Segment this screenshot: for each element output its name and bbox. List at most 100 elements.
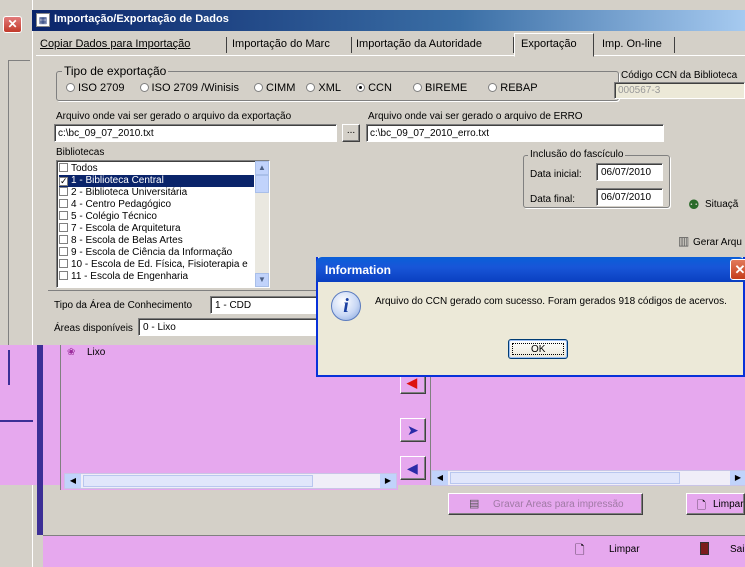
radio-label: REBAP [500,82,538,94]
libraries-list[interactable]: Todos ✓ 1 - Biblioteca Central 2 - Bibliote… [56,160,270,288]
export-file-input[interactable]: c:\bc_09_07_2010.txt [54,124,337,142]
tab-exportacao[interactable]: Exportação [514,33,594,57]
radio-circle [66,83,75,92]
scroll-left-button[interactable]: ◀ [65,474,81,488]
scroll-up-button[interactable]: ▲ [255,161,269,175]
library-checkbox[interactable] [59,247,68,256]
browse-button[interactable]: ... [342,124,360,142]
radio-xml[interactable]: XML [306,82,341,94]
ccn-code-field[interactable]: 000567-3 [614,82,745,99]
remove-all-button[interactable]: ◀ [400,456,426,480]
radio-iso2709-winisis[interactable]: ISO 2709 /Winisis [139,82,239,94]
library-checkbox[interactable] [59,187,68,196]
tab-copiar-dados-label: Copiar Dados para Importação [40,38,191,50]
arrow-back-icon: ◀ [407,460,418,476]
information-dialog: Information ✕ i Arquivo do CCN gerado co… [316,257,745,377]
library-checkbox[interactable]: ✓ [59,177,68,186]
ccn-code-value: 000567-3 [618,85,661,96]
tab-importacao-autoridade[interactable]: Importação da Autoridade [356,38,482,50]
radio-cimm[interactable]: CIMM [254,82,295,94]
export-type-legend: Tipo de exportação [62,64,169,78]
error-file-label: Arquivo onde vai ser gerado o arquivo de… [368,111,583,122]
radio-iso2709[interactable]: ISO 2709 [66,82,124,94]
limpar-inner-button[interactable]: 🗋 Limpar [686,493,745,515]
error-file-input[interactable]: c:\bc_09_07_2010_erro.txt [366,124,664,142]
library-item[interactable]: Todos [59,163,254,175]
library-item-label: 1 - Biblioteca Central [71,175,164,186]
library-item-label: 2 - Biblioteca Universitária [71,187,188,198]
libraries-items: Todos ✓ 1 - Biblioteca Central 2 - Bibliote… [59,163,254,283]
sair-button[interactable]: Sai [700,540,745,560]
arrow-right-icon: ➤ [407,422,419,438]
ok-button[interactable]: OK [508,339,568,359]
radio-bireme[interactable]: BIREME [413,82,467,94]
gerar-arquivo-button-label: Gerar Arqu [693,237,742,248]
library-checkbox[interactable] [59,271,68,280]
radio-circle [413,83,423,92]
add-area-button[interactable]: ➤ [400,418,426,442]
areas-hscrollbar[interactable]: ◀ ▶ [64,473,397,489]
background-close-button[interactable]: ✕ [3,16,22,33]
library-item[interactable]: 8 - Escola de Belas Artes [59,235,254,247]
situacao-button[interactable]: ⚉ Situaçã [688,196,745,214]
library-item[interactable]: 2 - Biblioteca Universitária [59,187,254,199]
save-areas-label: Gravar Areas para impressão [493,499,624,510]
scroll-thumb[interactable] [450,472,680,484]
scroll-down-button[interactable]: ▼ [255,273,269,287]
selected-areas-hscrollbar[interactable]: ◀ ▶ [431,470,745,486]
radio-circle [488,83,498,92]
limpar-label: Limpar [609,544,640,555]
error-file-value: c:\bc_09_07_2010_erro.txt [370,128,489,139]
library-checkbox[interactable] [59,211,68,220]
radio-circle [139,83,149,92]
gerar-arquivo-button[interactable]: ▥ Gerar Arqu [678,234,745,252]
dialog-close-button[interactable]: ✕ [730,259,745,280]
radio-rebap[interactable]: REBAP [488,82,538,94]
library-checkbox[interactable] [59,235,68,244]
tab-imp-online[interactable]: Imp. On-line [602,38,662,50]
scroll-right-button[interactable]: ▶ [730,471,745,485]
library-checkbox[interactable] [59,163,68,172]
radio-circle-selected [356,83,366,92]
library-item-label: Todos [71,163,98,174]
save-areas-button[interactable]: ▤ Gravar Areas para impressão [448,493,643,515]
end-date-input[interactable]: 06/07/2010 [596,188,663,206]
radio-label: ISO 2709 /Winisis [151,82,239,94]
library-item[interactable]: 7 - Escola de Arquitetura [59,223,254,235]
scroll-thumb[interactable] [255,175,269,193]
limpar-button[interactable]: 🗋 Limpar [575,540,655,560]
library-checkbox[interactable] [59,259,68,268]
tab-copiar-dados[interactable]: Copiar Dados para Importação [40,38,190,50]
library-checkbox[interactable] [59,199,68,208]
library-item-label: 11 - Escola de Engenharia [71,271,189,282]
library-item-label: 9 - Escola de Ciência da Informação [71,247,233,258]
library-item[interactable]: 5 - Colégio Técnico [59,211,254,223]
sair-label: Sai [730,544,745,555]
library-item[interactable]: 4 - Centro Pedagógico [59,199,254,211]
scroll-right-button[interactable]: ▶ [380,474,396,488]
tab-importacao-marc[interactable]: Importação do Marc [232,38,330,50]
start-date-label: Data inicial: [530,169,582,180]
library-item[interactable]: 10 - Escola de Ed. Física, Fisioterapia … [59,259,254,271]
library-item-label: 7 - Escola de Arquitetura [71,223,181,234]
limpar-inner-label: Limpar [713,499,744,510]
library-item-label: 4 - Centro Pedagógico [71,199,172,210]
library-item[interactable]: 11 - Escola de Engenharia [59,271,254,283]
document-icon: 🗋 [575,543,585,557]
radio-label: CIMM [266,82,296,94]
libraries-scrollbar[interactable]: ▲ ▼ [255,161,269,287]
scroll-thumb[interactable] [83,475,313,487]
start-date-input[interactable]: 06/07/2010 [596,163,663,181]
start-date-value: 06/07/2010 [601,167,652,178]
knowledge-type-value: 1 - CDD [215,300,252,311]
document-icon: 🗋 [697,500,706,512]
radio-ccn[interactable]: CCN [356,82,392,94]
radio-label: XML [318,82,342,94]
scroll-left-button[interactable]: ◀ [432,471,448,485]
info-icon: i [331,291,361,321]
library-item[interactable]: ✓ 1 - Biblioteca Central [59,175,254,187]
library-item[interactable]: 9 - Escola de Ciência da Informação [59,247,254,259]
library-checkbox[interactable] [59,223,68,232]
library-item-label: 5 - Colégio Técnico [71,211,157,222]
area-item-lixo[interactable]: Lixo [87,347,105,358]
